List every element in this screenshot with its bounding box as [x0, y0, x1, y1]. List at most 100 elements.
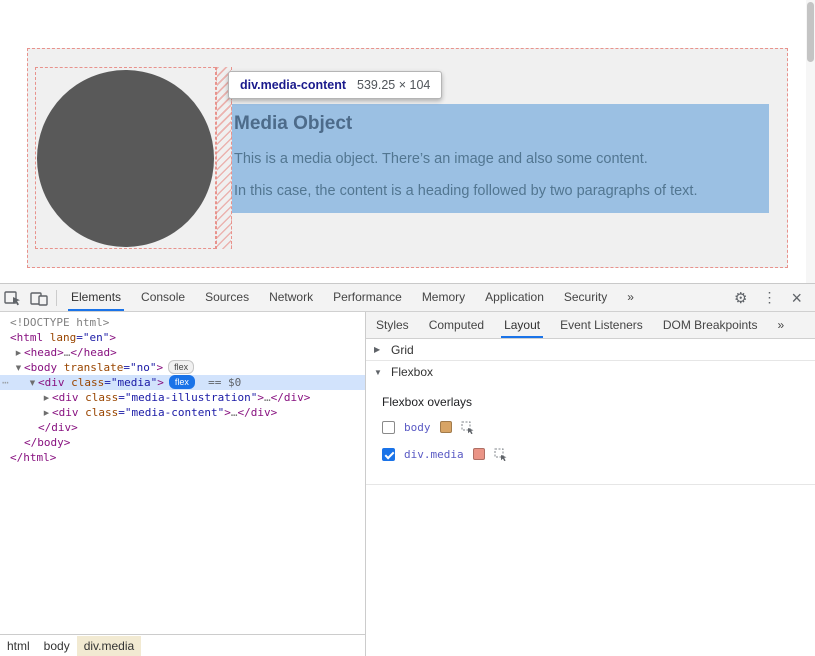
dom-tree-row[interactable]: ⋯▼<div class="media">flex == $0 — [0, 375, 365, 390]
page-scrollbar-track[interactable] — [806, 0, 815, 283]
overlay-checkbox[interactable] — [382, 448, 395, 461]
code-token-tag: </head> — [70, 346, 116, 359]
dom-tree-row[interactable]: </div> — [0, 420, 365, 435]
code-token-tag: </html> — [10, 451, 56, 464]
dom-tree-row[interactable]: </html> — [0, 450, 365, 465]
code-token-val: ="en" — [76, 331, 109, 344]
expand-arrow-icon[interactable]: ▶ — [374, 345, 384, 354]
overlay-color-swatch[interactable] — [440, 421, 452, 433]
flex-badge[interactable]: flex — [169, 375, 195, 389]
more-actions-icon[interactable]: ⋯ — [2, 375, 9, 390]
media-content-highlight: Media Object This is a media object. The… — [232, 104, 769, 213]
code-token-tag: </div> — [237, 406, 277, 419]
dom-tree-row[interactable]: <html lang="en"> — [0, 330, 365, 345]
dom-tree-row[interactable]: <!DOCTYPE html> — [0, 315, 365, 330]
tab-memory[interactable]: Memory — [412, 284, 475, 311]
code-token-tag: </div> — [38, 421, 78, 434]
show-overlay-icon[interactable] — [494, 448, 507, 461]
tab-network[interactable]: Network — [259, 284, 323, 311]
overlay-color-swatch[interactable] — [473, 448, 485, 460]
dom-tree-row[interactable]: ▶<div class="media-illustration">…</div> — [0, 390, 365, 405]
overlay-element-link[interactable]: body — [404, 421, 431, 434]
dom-tree: <!DOCTYPE html><html lang="en">▶<head>…<… — [0, 312, 365, 634]
show-overlay-icon[interactable] — [461, 421, 474, 434]
flex-badge[interactable]: flex — [168, 360, 194, 374]
media-circle-image — [37, 70, 214, 247]
tooltip-selector: div.media-content — [240, 78, 346, 92]
code-token-tag: <div — [38, 376, 71, 389]
page-viewport: Media Object This is a media object. The… — [0, 0, 815, 283]
overlay-checkbox[interactable] — [382, 421, 395, 434]
tab-application[interactable]: Application — [475, 284, 554, 311]
sidebar-tab-event-listeners[interactable]: Event Listeners — [550, 312, 653, 338]
dom-tree-row[interactable]: ▶<div class="media-content">…</div> — [0, 405, 365, 420]
devtools-toolbar: ElementsConsoleSourcesNetworkPerformance… — [0, 284, 815, 312]
sidebar-tab-styles[interactable]: Styles — [366, 312, 419, 338]
code-token-val: ="no" — [123, 361, 156, 374]
code-token-tag: </div> — [271, 391, 311, 404]
close-icon[interactable]: × — [791, 291, 802, 305]
code-token-tag: > — [109, 331, 116, 344]
kebab-menu-icon[interactable]: ⋮ — [762, 289, 776, 306]
layout-pane: ▶ Grid ▼ Flexbox Flexbox overlays body di… — [366, 339, 815, 485]
expand-arrow-icon[interactable]: ▶ — [41, 391, 52, 406]
dom-tree-row[interactable]: ▶<head>…</head> — [0, 345, 365, 360]
code-token-val: ="media" — [104, 376, 157, 389]
sidebar-tabs: StylesComputedLayoutEvent ListenersDOM B… — [366, 312, 815, 339]
tab-elements[interactable]: Elements — [61, 284, 131, 311]
sidebar-tab-overflow-chevron[interactable]: » — [768, 312, 795, 338]
overlay-element-link[interactable]: div.media — [404, 448, 464, 461]
breadcrumb-item[interactable]: div.media — [77, 636, 141, 656]
flexbox-overlay-row: body — [382, 418, 815, 436]
device-toolbar-icon[interactable] — [26, 285, 52, 311]
sidebar-tab-computed[interactable]: Computed — [419, 312, 494, 338]
code-token-doctype: <!DOCTYPE html> — [10, 316, 109, 329]
media-paragraph-2: In this case, the content is a heading f… — [234, 183, 761, 199]
collapse-arrow-icon[interactable]: ▼ — [27, 376, 38, 391]
flexbox-section-label: Flexbox — [391, 365, 433, 379]
collapse-arrow-icon[interactable]: ▼ — [13, 361, 24, 376]
collapse-arrow-icon[interactable]: ▼ — [374, 368, 384, 377]
flexbox-section-header[interactable]: ▼ Flexbox — [366, 361, 815, 383]
toolbar-separator — [56, 290, 57, 306]
inspect-element-icon[interactable] — [0, 285, 26, 311]
media-paragraph-1: This is a media object. There’s an image… — [234, 151, 761, 167]
code-token-tag: </body> — [24, 436, 70, 449]
code-token-val: ="media-illustration" — [118, 391, 257, 404]
grid-section-label: Grid — [391, 343, 414, 357]
code-token-tag: <html — [10, 331, 50, 344]
media-heading: Media Object — [234, 113, 761, 135]
breadcrumb-item[interactable]: body — [37, 636, 77, 656]
breadcrumb-item[interactable]: html — [0, 636, 37, 656]
devtools-right-icons: ⚙ ⋮ × — [734, 289, 815, 307]
dom-tree-row[interactable]: ▼<body translate="no">flex — [0, 360, 365, 375]
sidebar-tab-dom-breakpoints[interactable]: DOM Breakpoints — [653, 312, 768, 338]
dollar-zero-hint: == $0 — [195, 376, 241, 389]
code-token-attr: lang — [50, 331, 77, 344]
code-token-tag: > — [156, 361, 163, 374]
inspect-tooltip: div.media-content 539.25 × 104 — [228, 71, 442, 99]
code-token-attr: translate — [64, 361, 124, 374]
code-token-attr: class — [71, 376, 104, 389]
expand-arrow-icon[interactable]: ▶ — [13, 346, 24, 361]
flexbox-overlays-title: Flexbox overlays — [382, 395, 815, 409]
tab-overflow-chevron[interactable]: » — [617, 284, 644, 311]
flexbox-section: ▼ Flexbox Flexbox overlays body div.media — [366, 361, 815, 485]
tab-security[interactable]: Security — [554, 284, 617, 311]
grid-section-header[interactable]: ▶ Grid — [366, 339, 815, 361]
page-scrollbar-thumb[interactable] — [807, 2, 814, 62]
tab-performance[interactable]: Performance — [323, 284, 412, 311]
styles-sidebar: StylesComputedLayoutEvent ListenersDOM B… — [366, 312, 815, 656]
code-token-tag: <div — [52, 391, 85, 404]
expand-arrow-icon[interactable]: ▶ — [41, 406, 52, 421]
code-token-tag: > — [224, 406, 231, 419]
code-token-attr: class — [85, 391, 118, 404]
devtools-panel: ElementsConsoleSourcesNetworkPerformance… — [0, 283, 815, 656]
dom-tree-row[interactable]: </body> — [0, 435, 365, 450]
devtools-main: <!DOCTYPE html><html lang="en">▶<head>…<… — [0, 312, 815, 656]
tab-console[interactable]: Console — [131, 284, 195, 311]
tab-sources[interactable]: Sources — [195, 284, 259, 311]
code-token-tag: > — [257, 391, 264, 404]
settings-gear-icon[interactable]: ⚙ — [734, 289, 747, 307]
sidebar-tab-layout[interactable]: Layout — [494, 312, 550, 338]
